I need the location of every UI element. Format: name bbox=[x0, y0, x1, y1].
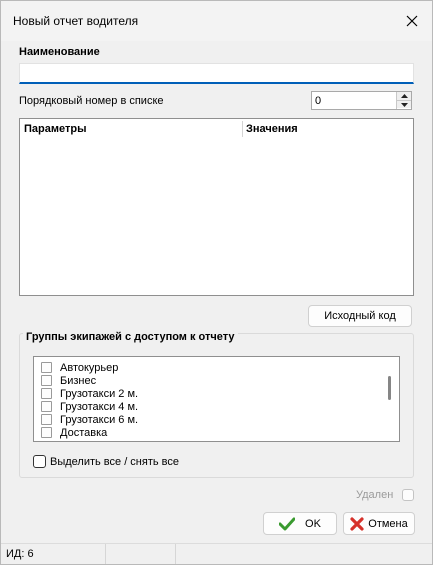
title-bar: Новый отчет водителя bbox=[1, 1, 432, 41]
select-all-checkbox[interactable] bbox=[33, 455, 46, 468]
list-item[interactable]: Грузотакси 2 м. bbox=[41, 387, 138, 400]
crew-groups-list[interactable]: Автокурьер Бизнес Грузотакси 2 м. Грузот… bbox=[33, 356, 400, 442]
ok-button[interactable]: OK bbox=[263, 512, 337, 535]
name-input[interactable] bbox=[19, 63, 414, 84]
list-item-label: Грузотакси 6 м. bbox=[60, 413, 139, 426]
status-bar: ИД: 6 bbox=[1, 543, 432, 564]
list-item-label: Автокурьер bbox=[60, 361, 119, 374]
name-label: Наименование bbox=[19, 46, 100, 58]
arrow-down-icon bbox=[400, 102, 408, 107]
status-cell bbox=[176, 544, 432, 564]
list-item-label: Доставка bbox=[60, 426, 108, 439]
checkbox[interactable] bbox=[41, 401, 52, 412]
status-cell bbox=[106, 544, 176, 564]
cancel-label: Отмена bbox=[368, 517, 408, 530]
list-item[interactable]: Бизнес bbox=[41, 374, 96, 387]
list-item[interactable]: Грузотакси 6 м. bbox=[41, 413, 138, 426]
list-item-label: Грузотакси 2 м. bbox=[60, 387, 139, 400]
spin-up-button[interactable] bbox=[397, 92, 411, 100]
select-all-label: Выделить все / снять все bbox=[50, 455, 180, 468]
deleted-checkbox bbox=[402, 489, 415, 501]
close-button[interactable] bbox=[392, 1, 432, 41]
parameters-table[interactable]: Параметры Значения bbox=[19, 118, 414, 296]
column-header-parameters[interactable]: Параметры bbox=[24, 123, 86, 135]
checkbox[interactable] bbox=[41, 362, 52, 373]
source-code-button[interactable]: Исходный код bbox=[308, 305, 412, 327]
order-label: Порядковый номер в списке bbox=[19, 95, 164, 107]
order-spinner[interactable]: 0 bbox=[311, 91, 412, 110]
column-header-values[interactable]: Значения bbox=[246, 123, 298, 135]
list-item[interactable]: Доставка bbox=[41, 426, 107, 439]
checkbox[interactable] bbox=[41, 375, 52, 386]
list-item[interactable]: Автокурьер bbox=[41, 361, 118, 374]
cross-icon bbox=[350, 516, 364, 531]
column-divider[interactable] bbox=[242, 121, 243, 137]
list-item-label: Бизнес bbox=[60, 374, 97, 387]
list-scrollbar-thumb[interactable] bbox=[388, 376, 391, 400]
spin-down-button[interactable] bbox=[397, 100, 411, 108]
check-icon bbox=[279, 517, 296, 530]
list-item[interactable]: Грузотакси 4 м. bbox=[41, 400, 138, 413]
ok-label: OK bbox=[305, 517, 321, 530]
crew-groups-box: Группы экипажей с доступом к отчету Авто… bbox=[19, 331, 414, 478]
crew-groups-legend: Группы экипажей с доступом к отчету bbox=[23, 331, 238, 343]
window-title: Новый отчет водителя bbox=[13, 14, 139, 28]
cancel-button[interactable]: Отмена bbox=[343, 512, 415, 535]
status-id: ИД: 6 bbox=[1, 544, 106, 564]
order-value[interactable]: 0 bbox=[315, 95, 321, 107]
arrow-up-icon bbox=[400, 94, 408, 98]
list-item-label: Грузотакси 4 м. bbox=[60, 400, 139, 413]
dialog-window: Новый отчет водителя Наименование Порядк… bbox=[0, 0, 433, 565]
spinner-arrows bbox=[396, 92, 411, 109]
checkbox[interactable] bbox=[41, 388, 52, 399]
deleted-label: Удален bbox=[356, 489, 394, 501]
close-icon bbox=[406, 15, 418, 27]
deleted-toggle: Удален bbox=[356, 489, 415, 501]
checkbox[interactable] bbox=[41, 427, 52, 438]
select-all-toggle[interactable]: Выделить все / снять все bbox=[33, 455, 179, 468]
checkbox[interactable] bbox=[41, 414, 52, 425]
